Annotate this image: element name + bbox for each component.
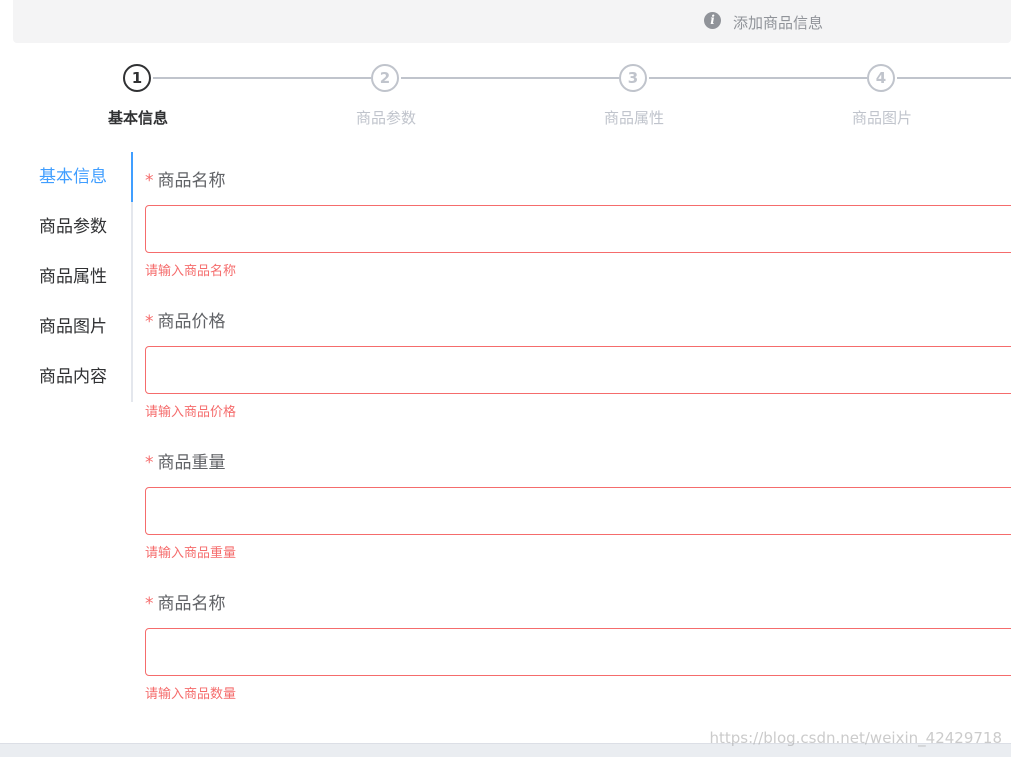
step-2-icon: 2 bbox=[371, 64, 399, 92]
tab-goods-attrs[interactable]: 商品属性 bbox=[0, 252, 120, 302]
step-connector bbox=[897, 77, 1011, 79]
tab-basic-info[interactable]: 基本信息 bbox=[0, 152, 120, 202]
goods-weight-input[interactable] bbox=[145, 487, 1011, 535]
step-4-icon: 4 bbox=[867, 64, 895, 92]
required-mark: * bbox=[145, 171, 154, 191]
required-mark: * bbox=[145, 453, 154, 473]
tab-goods-params[interactable]: 商品参数 bbox=[0, 202, 120, 252]
step-connector bbox=[649, 77, 867, 79]
tab-goods-images[interactable]: 商品图片 bbox=[0, 302, 120, 352]
required-mark: * bbox=[145, 312, 154, 332]
alert-title: 添加商品信息 bbox=[733, 14, 824, 32]
goods-price-input[interactable] bbox=[145, 346, 1011, 394]
add-goods-page: i 添加商品信息 1 2 3 4 基本信息 商品参数 商品属性 商品图片 基本信… bbox=[0, 0, 1011, 757]
step-1-title: 基本信息 bbox=[107, 109, 168, 127]
step-3-title: 商品属性 bbox=[603, 109, 664, 127]
field-error: 请输入商品重量 bbox=[145, 546, 237, 561]
field-label: * 商品名称 bbox=[145, 171, 226, 191]
tabs-active-indicator bbox=[131, 152, 133, 202]
info-icon: i bbox=[704, 12, 721, 29]
required-mark: * bbox=[145, 594, 154, 614]
field-error: 请输入商品价格 bbox=[145, 405, 237, 420]
step-4-title: 商品图片 bbox=[851, 109, 912, 127]
info-alert: i 添加商品信息 bbox=[13, 0, 1011, 43]
goods-name-input[interactable] bbox=[145, 205, 1011, 253]
field-error: 请输入商品名称 bbox=[145, 264, 237, 279]
step-connector bbox=[401, 77, 619, 79]
field-label: * 商品价格 bbox=[145, 312, 226, 332]
tab-goods-content[interactable]: 商品内容 bbox=[0, 352, 120, 402]
step-connector bbox=[153, 77, 371, 79]
step-1-icon: 1 bbox=[123, 64, 151, 92]
side-tabs: 基本信息 商品参数 商品属性 商品图片 商品内容 bbox=[0, 152, 133, 402]
step-3-icon: 3 bbox=[619, 64, 647, 92]
field-label: * 商品名称 bbox=[145, 594, 226, 614]
step-2-title: 商品参数 bbox=[355, 109, 416, 127]
field-label: * 商品重量 bbox=[145, 453, 226, 473]
steps: 1 2 3 4 基本信息 商品参数 商品属性 商品图片 bbox=[0, 62, 1011, 132]
watermark: https://blog.csdn.net/weixin_42429718 bbox=[709, 729, 1002, 747]
goods-number-input[interactable] bbox=[145, 628, 1011, 676]
field-error: 请输入商品数量 bbox=[145, 687, 237, 702]
